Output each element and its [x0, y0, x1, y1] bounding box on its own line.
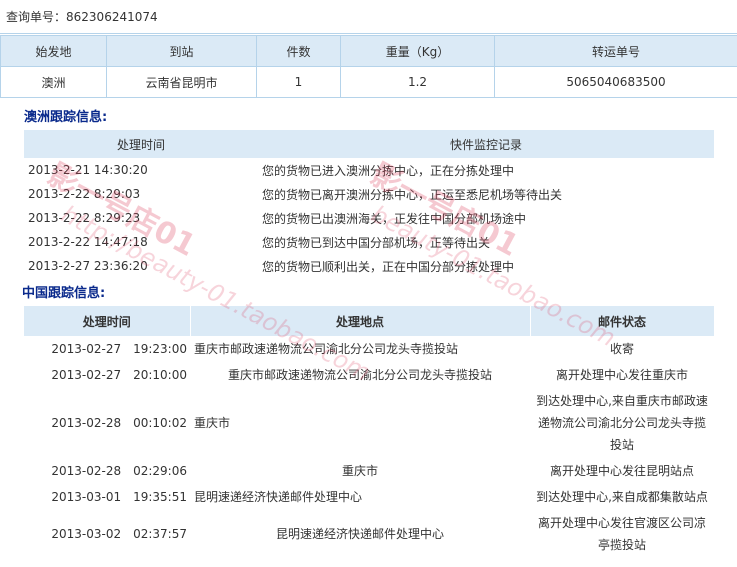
summary-header-transfer-no: 转运单号	[494, 35, 737, 67]
australia-time: 2013-2-21 14:30:20	[28, 163, 148, 177]
china-place: 重庆市	[341, 464, 378, 478]
china-status: 离开处理中心发往重庆市	[555, 368, 688, 382]
china-header-time: 处理时间	[24, 306, 191, 336]
australia-time: 2013-2-22 14:47:18	[28, 235, 148, 249]
table-row: 2013-02-28 00:10:02 重庆市 到达处理中心,来自重庆市邮政速递…	[24, 388, 714, 458]
australia-time: 2013-2-22 8:29:03	[28, 187, 141, 201]
australia-header-record: 快件监控记录	[258, 130, 714, 158]
china-status: 离开处理中心发往昆明站点	[549, 464, 694, 478]
table-row: 2013-02-27 20:10:00 重庆市邮政速递物流公司渝北分公司龙头寺揽…	[24, 362, 714, 388]
australia-record: 您的货物已到达中国分部机场，正等待出关	[262, 235, 491, 250]
australia-tracking-table: 处理时间 快件监控记录 2013-2-21 14:30:20 您的货物已进入澳洲…	[24, 130, 714, 278]
australia-tracking-title: 澳洲跟踪信息:	[24, 110, 108, 125]
china-status: 到达处理中心,来自重庆市邮政速递物流公司渝北分公司龙头寺揽投站	[536, 394, 708, 452]
china-time: 2013-03-02 02:37:57	[51, 527, 187, 541]
australia-record: 您的货物已出澳洲海关，正发往中国分部机场途中	[262, 211, 527, 226]
query-label: 查询单号：	[6, 10, 67, 24]
china-status: 离开处理中心发往官渡区公司凉亭揽投站	[537, 516, 706, 552]
china-status: 到达处理中心,来自成都集散站点	[536, 490, 708, 504]
china-tracking-title: 中国跟踪信息:	[22, 286, 106, 301]
australia-record: 您的货物已顺利出关，正在中国分部分拣处理中	[262, 259, 515, 274]
australia-header-row: 处理时间 快件监控记录	[24, 130, 714, 158]
query-line: 查询单号：862306241074	[0, 0, 737, 34]
summary-table: 始发地 到站 件数 重量（Kg） 转运单号 澳洲 云南省昆明市 1 1.2 50…	[0, 35, 737, 98]
table-row: 2013-2-22 8:29:03 您的货物已离开澳洲分拣中心，正运至悉尼机场等…	[24, 182, 714, 206]
summary-transfer-no: 5065040683500	[494, 66, 737, 98]
china-time: 2013-02-28 02:29:06	[51, 464, 187, 478]
summary-origin: 澳洲	[0, 66, 107, 98]
china-place: 重庆市邮政速递物流公司渝北分公司龙头寺揽投站	[194, 342, 459, 356]
china-place: 昆明速递经济快递邮件处理中心	[275, 527, 444, 541]
summary-pieces: 1	[256, 66, 341, 98]
australia-header-time: 处理时间	[24, 130, 258, 158]
query-number: 862306241074	[66, 10, 158, 24]
summary-header-row: 始发地 到站 件数 重量（Kg） 转运单号	[0, 35, 737, 67]
table-row: 2013-2-27 23:36:20 您的货物已顺利出关，正在中国分部分拣处理中	[24, 254, 714, 278]
table-row: 2013-2-21 14:30:20 您的货物已进入澳洲分拣中心，正在分拣处理中	[24, 158, 714, 182]
australia-record: 您的货物已离开澳洲分拣中心，正运至悉尼机场等待出关	[262, 187, 563, 202]
table-row: 2013-03-02 02:37:57 昆明速递经济快递邮件处理中心 离开处理中…	[24, 510, 714, 558]
china-place: 重庆市邮政速递物流公司渝北分公司龙头寺揽投站	[227, 368, 492, 382]
china-tracking-table: 处理时间 处理地点 邮件状态 2013-02-27 19:23:00 重庆市邮政…	[24, 306, 715, 558]
table-row: 2013-02-28 02:29:06 重庆市 离开处理中心发往昆明站点	[24, 458, 714, 484]
china-time: 2013-02-27 19:23:00	[51, 342, 187, 356]
australia-time: 2013-2-27 23:36:20	[28, 259, 148, 273]
table-row: 2013-2-22 14:47:18 您的货物已到达中国分部机场，正等待出关	[24, 230, 714, 254]
summary-header-pieces: 件数	[256, 35, 341, 67]
australia-time: 2013-2-22 8:29:23	[28, 211, 141, 225]
china-time: 2013-02-28 00:10:02	[51, 416, 187, 430]
china-header-status: 邮件状态	[530, 306, 715, 336]
summary-header-destination: 到站	[106, 35, 257, 67]
china-time: 2013-02-27 20:10:00	[51, 368, 187, 382]
summary-weight: 1.2	[340, 66, 495, 98]
china-header-row: 处理时间 处理地点 邮件状态	[24, 306, 715, 336]
summary-row: 澳洲 云南省昆明市 1 1.2 5065040683500	[0, 66, 737, 98]
china-place: 昆明速递经济快递邮件处理中心	[194, 490, 363, 504]
summary-header-weight: 重量（Kg）	[340, 35, 495, 67]
table-row: 2013-02-27 19:23:00 重庆市邮政速递物流公司渝北分公司龙头寺揽…	[24, 336, 714, 362]
table-row: 2013-2-22 8:29:23 您的货物已出澳洲海关，正发往中国分部机场途中	[24, 206, 714, 230]
australia-record: 您的货物已进入澳洲分拣中心，正在分拣处理中	[262, 163, 515, 178]
summary-header-origin: 始发地	[0, 35, 107, 67]
china-header-place: 处理地点	[190, 306, 531, 336]
summary-destination: 云南省昆明市	[106, 66, 257, 98]
china-time: 2013-03-01 19:35:51	[51, 490, 187, 504]
china-status: 收寄	[609, 342, 634, 356]
table-row: 2013-03-01 19:35:51 昆明速递经济快递邮件处理中心 到达处理中…	[24, 484, 714, 510]
china-place: 重庆市	[194, 416, 231, 430]
